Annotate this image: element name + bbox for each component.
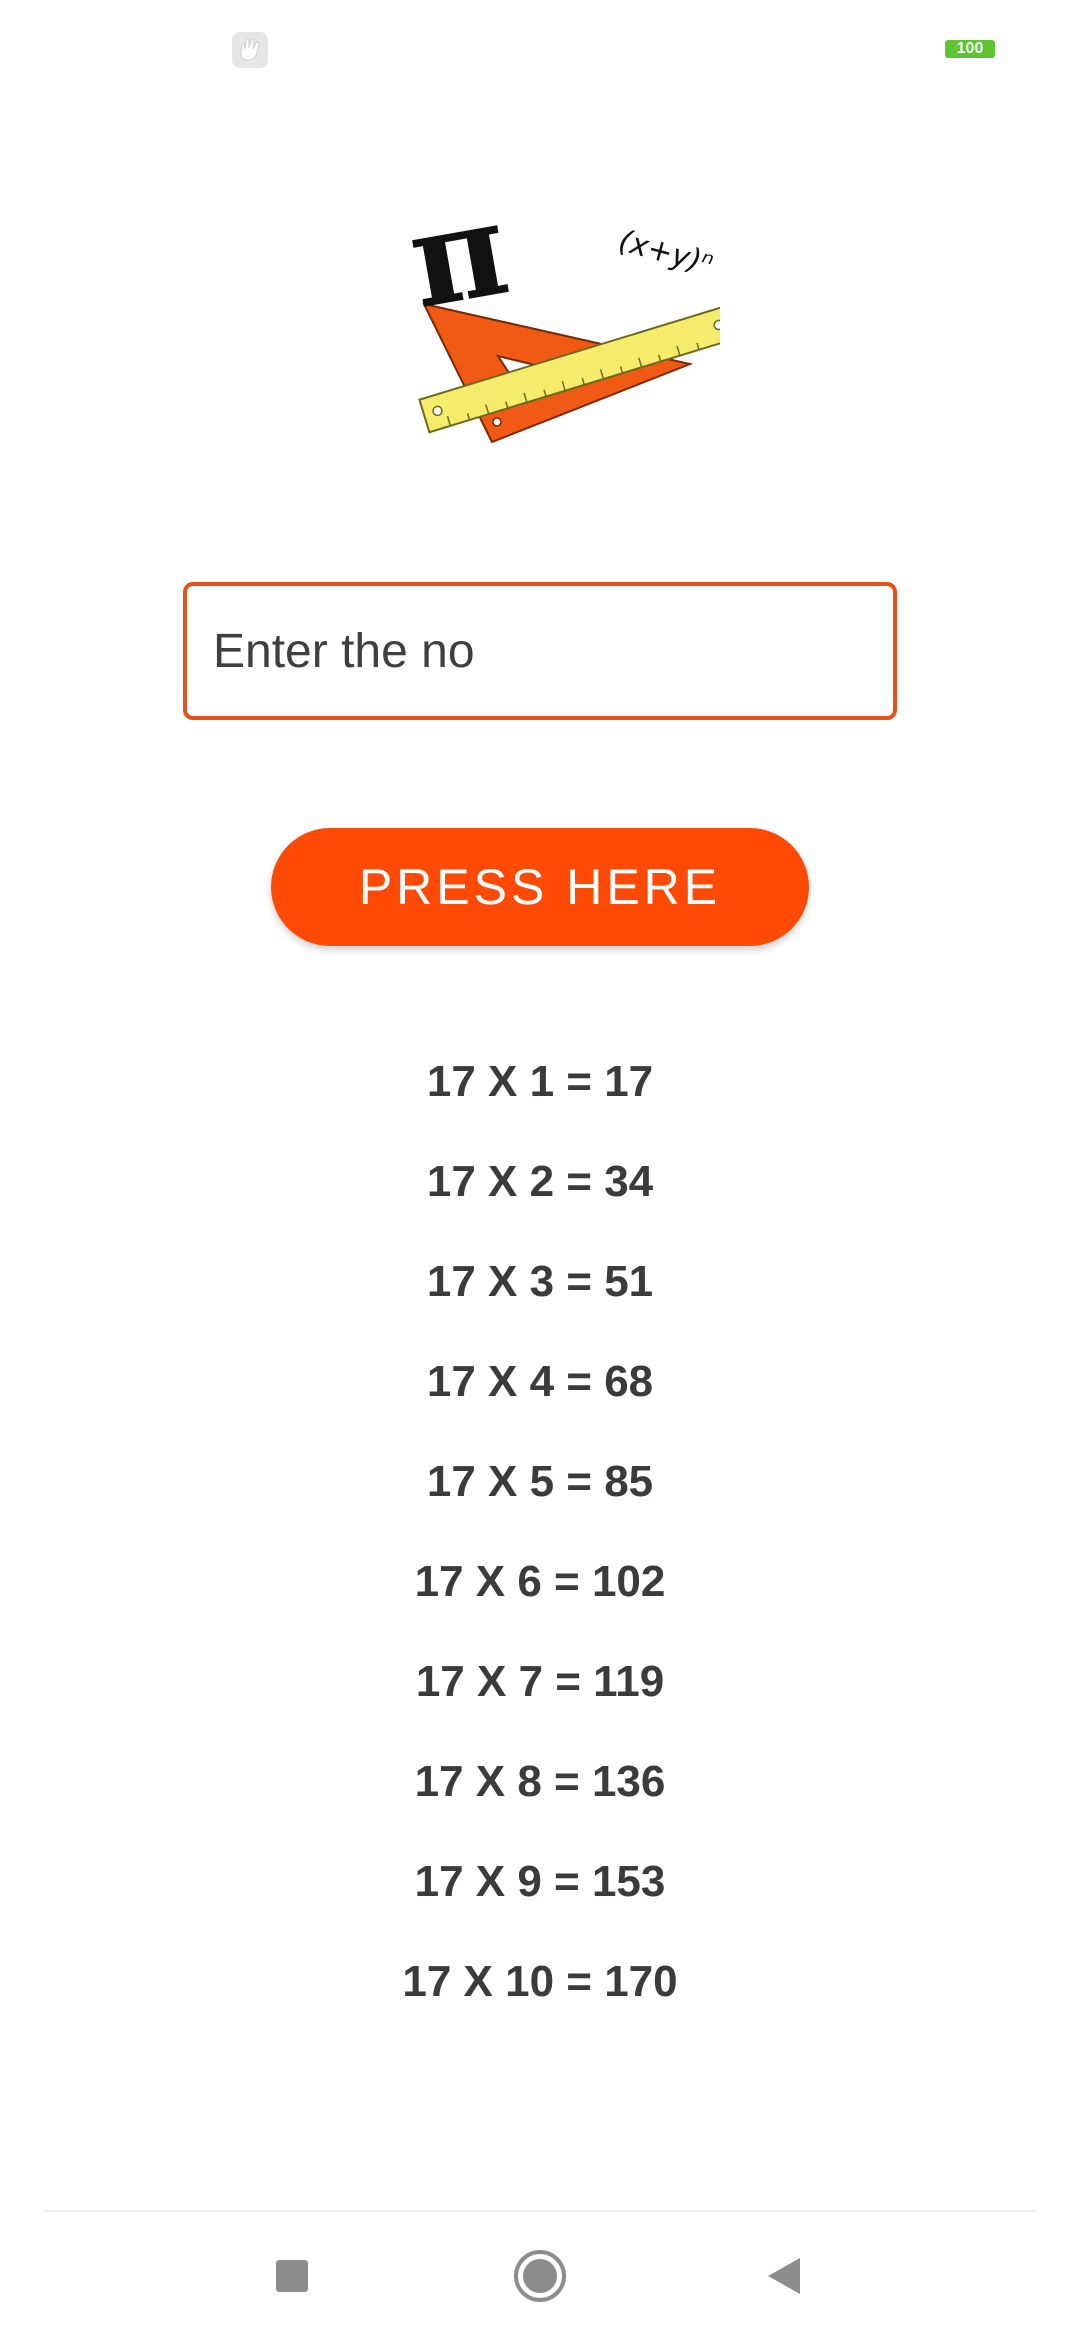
table-row: 17 X 3 = 51	[426, 1257, 654, 1306]
home-button[interactable]	[500, 2236, 580, 2316]
app-logo: π (x+y)ⁿ	[380, 171, 739, 450]
table-row: 17 X 5 = 85	[426, 1457, 654, 1506]
circle-icon	[514, 2250, 566, 2302]
status-bar: 100	[0, 0, 1080, 100]
table-row: 17 X 4 = 68	[426, 1357, 654, 1406]
table-row: 17 X 6 = 102	[414, 1557, 666, 1606]
pi-symbol: π	[398, 180, 518, 338]
table-row: 17 X 7 = 119	[415, 1657, 665, 1706]
battery-indicator: 100	[945, 40, 995, 58]
number-input[interactable]	[183, 582, 897, 720]
table-row: 17 X 10 = 170	[402, 1957, 678, 2006]
back-button[interactable]	[744, 2236, 824, 2316]
table-row: 17 X 2 = 34	[426, 1157, 654, 1206]
recents-button[interactable]	[252, 2236, 332, 2316]
table-row: 17 X 1 = 17	[426, 1057, 654, 1106]
multiplication-table: 17 X 1 = 17 17 X 2 = 34 17 X 3 = 51 17 X…	[0, 1036, 1080, 2036]
square-icon	[276, 2260, 308, 2292]
math-tools-logo-icon: π (x+y)ⁿ	[398, 171, 739, 444]
triangle-back-icon	[768, 2258, 800, 2294]
table-row: 17 X 8 = 136	[414, 1757, 666, 1806]
navigation-bar	[0, 2212, 1080, 2340]
formula-text: (x+y)ⁿ	[615, 223, 717, 282]
hand-app-icon	[232, 32, 268, 68]
table-row: 17 X 9 = 153	[414, 1857, 666, 1906]
press-here-button[interactable]: PRESS HERE	[271, 828, 809, 946]
